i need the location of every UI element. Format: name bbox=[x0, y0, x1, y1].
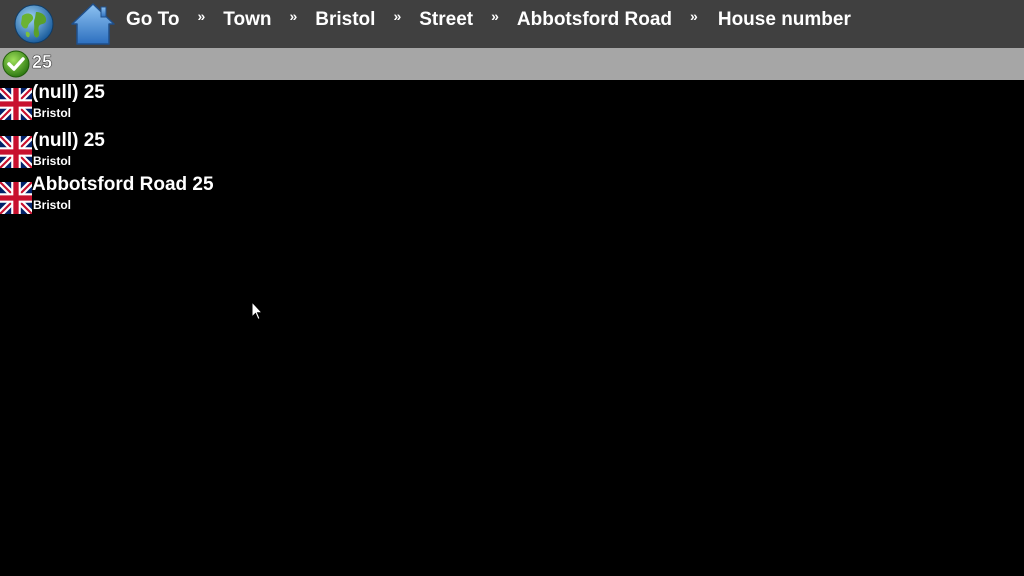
result-subtitle: Bristol bbox=[33, 198, 72, 212]
breadcrumb-separator: » bbox=[393, 8, 402, 24]
breadcrumb-separator: » bbox=[289, 8, 298, 24]
list-item[interactable]: (null) 25 Bristol bbox=[0, 82, 1024, 126]
breadcrumb-street[interactable]: Street bbox=[419, 9, 473, 31]
globe-icon[interactable] bbox=[14, 4, 54, 44]
result-title: Abbotsford Road 25 bbox=[32, 174, 214, 195]
checkmark-icon[interactable] bbox=[2, 50, 30, 78]
breadcrumb-abbotsford-road[interactable]: Abbotsford Road bbox=[517, 9, 672, 31]
breadcrumb-goto[interactable]: Go To bbox=[126, 9, 179, 31]
result-subtitle: Bristol bbox=[33, 154, 72, 168]
breadcrumb-town[interactable]: Town bbox=[223, 9, 271, 31]
house-number-input[interactable]: 25 bbox=[32, 52, 52, 73]
breadcrumb-bristol[interactable]: Bristol bbox=[315, 9, 375, 31]
result-title: (null) 25 bbox=[32, 130, 105, 151]
mouse-cursor-icon bbox=[251, 301, 263, 321]
home-icon[interactable] bbox=[70, 2, 116, 46]
breadcrumb-separator: » bbox=[197, 8, 206, 24]
result-title: (null) 25 bbox=[32, 82, 105, 103]
list-item[interactable]: Abbotsford Road 25 Bristol bbox=[0, 174, 1024, 218]
house-number-input-row[interactable]: 25 bbox=[0, 48, 1024, 80]
result-subtitle: Bristol bbox=[33, 106, 72, 120]
breadcrumb-separator: » bbox=[491, 8, 499, 24]
list-item[interactable]: (null) 25 Bristol bbox=[0, 130, 1024, 174]
breadcrumb-house-number: House number bbox=[717, 9, 851, 30]
uk-flag-icon bbox=[0, 136, 32, 168]
uk-flag-icon bbox=[0, 182, 32, 214]
top-bar: Go To » Town » Bristol » Street » Abbots… bbox=[0, 0, 1024, 48]
uk-flag-icon bbox=[0, 88, 32, 120]
breadcrumb-separator: » bbox=[690, 8, 698, 24]
breadcrumb: Go To » Town » Bristol » Street » Abbots… bbox=[126, 0, 851, 40]
